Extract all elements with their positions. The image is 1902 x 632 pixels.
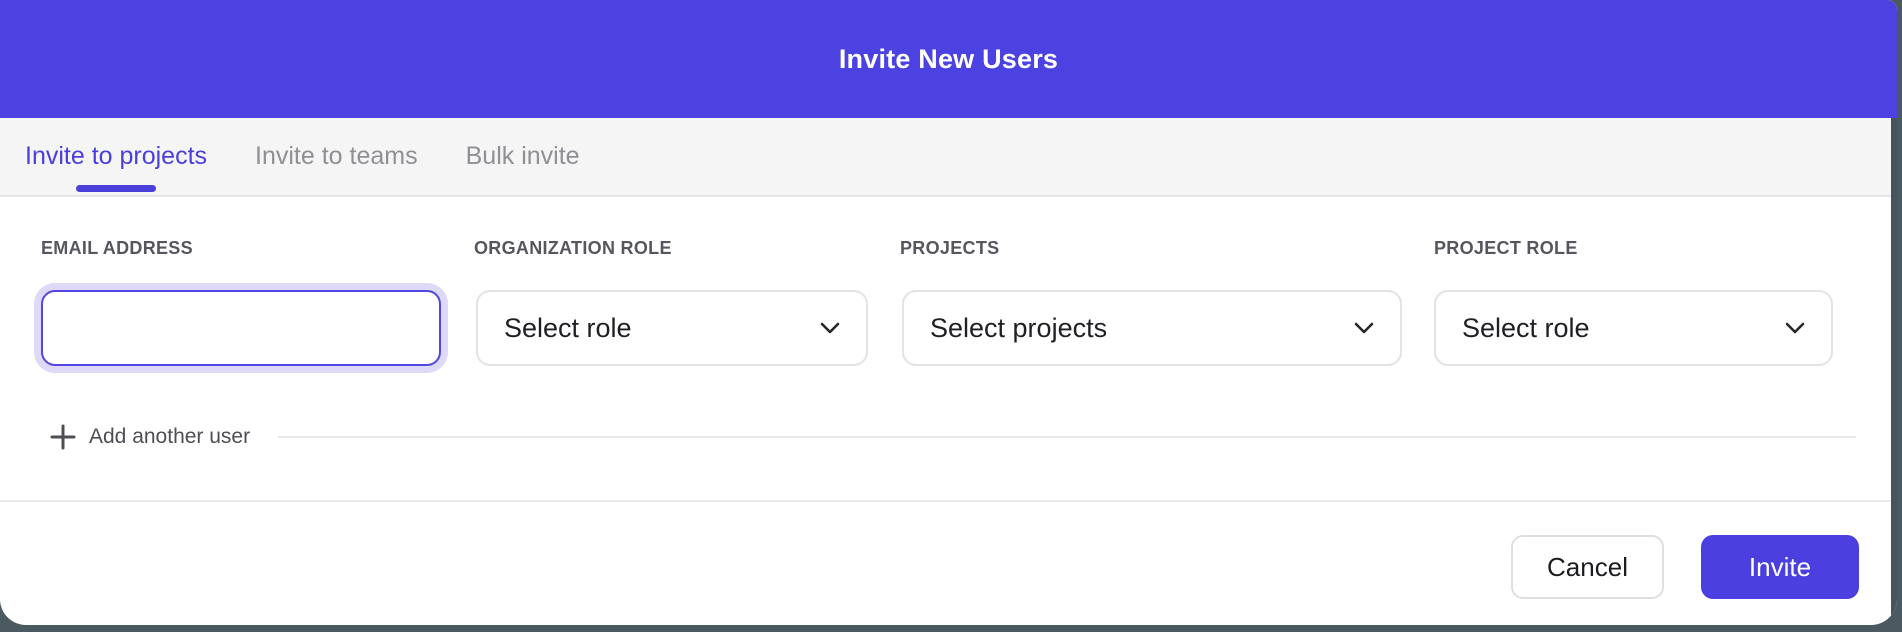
project-role-select[interactable]: Select role bbox=[1434, 290, 1833, 366]
tab-label: Bulk invite bbox=[466, 142, 580, 171]
email-address-input[interactable] bbox=[41, 290, 441, 366]
chevron-down-icon bbox=[820, 322, 840, 334]
email-address-label: EMAIL ADDRESS bbox=[41, 238, 193, 259]
add-user-row: Add another user bbox=[50, 422, 1856, 452]
add-another-user-label: Add another user bbox=[89, 425, 250, 449]
tab-invite-to-projects[interactable]: Invite to projects bbox=[25, 118, 207, 195]
organization-role-value: Select role bbox=[504, 313, 632, 344]
projects-value: Select projects bbox=[930, 313, 1107, 344]
projects-label: PROJECTS bbox=[900, 238, 999, 259]
cancel-button[interactable]: Cancel bbox=[1511, 535, 1664, 599]
divider bbox=[278, 436, 1856, 438]
chevron-down-icon bbox=[1354, 322, 1374, 334]
project-role-label: PROJECT ROLE bbox=[1434, 238, 1578, 259]
dialog-header: Invite New Users bbox=[0, 0, 1897, 118]
dialog-title: Invite New Users bbox=[839, 44, 1058, 75]
page-backdrop: Invite New Users Invite to projects Invi… bbox=[0, 0, 1902, 632]
tab-bar: Invite to projects Invite to teams Bulk … bbox=[0, 118, 1897, 197]
tab-label: Invite to teams bbox=[255, 142, 418, 171]
tab-invite-to-teams[interactable]: Invite to teams bbox=[255, 118, 418, 195]
tab-bulk-invite[interactable]: Bulk invite bbox=[466, 118, 580, 195]
invite-button[interactable]: Invite bbox=[1701, 535, 1859, 599]
organization-role-label: ORGANIZATION ROLE bbox=[474, 238, 672, 259]
add-another-user-button[interactable]: Add another user bbox=[50, 424, 250, 450]
chevron-down-icon bbox=[1785, 322, 1805, 334]
invite-new-users-dialog: Invite New Users Invite to projects Invi… bbox=[0, 0, 1897, 625]
active-tab-underline bbox=[76, 185, 156, 192]
tab-label: Invite to projects bbox=[25, 142, 207, 171]
organization-role-select[interactable]: Select role bbox=[476, 290, 868, 366]
scrollbar[interactable] bbox=[1891, 118, 1897, 625]
plus-icon bbox=[50, 424, 76, 450]
projects-select[interactable]: Select projects bbox=[902, 290, 1402, 366]
project-role-value: Select role bbox=[1462, 313, 1590, 344]
divider bbox=[0, 500, 1897, 502]
